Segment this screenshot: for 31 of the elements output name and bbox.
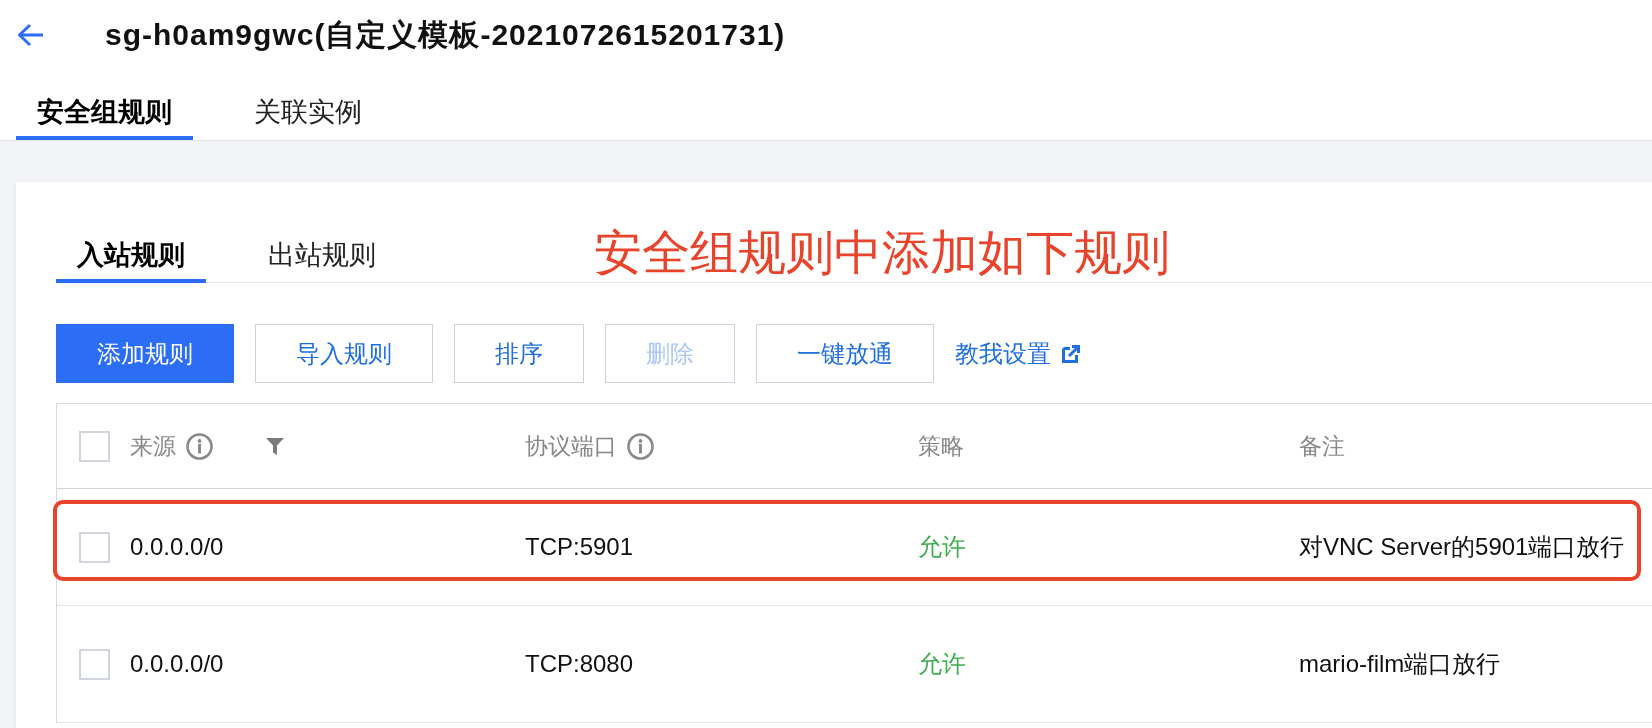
rule-tab[interactable]: 出站规则 [247,223,397,283]
column-header: 来源 [130,431,176,461]
info-icon[interactable] [186,432,213,460]
annotation-text: 安全组规则中添加如下规则 [594,229,1170,277]
note-text: 对VNC Server的5901端口放行 [1299,532,1625,562]
policy-text: 允许 [918,532,966,562]
toolbar-button[interactable]: 排序 [454,324,584,383]
column-header: 协议端口 [525,431,617,461]
port-text: TCP:8080 [525,650,634,678]
toolbar-button[interactable]: 导入规则 [255,324,433,383]
page-title: sg-h0am9gwc(自定义模板-2021072615201731) [105,16,786,53]
toolbar-button[interactable]: 一键放通 [756,324,934,383]
note-text: mario-film端口放行 [1299,649,1501,679]
source-text: 0.0.0.0/0 [130,533,224,561]
tab[interactable]: 关联实例 [233,70,383,140]
external-link-icon[interactable] [1062,344,1080,363]
info-icon[interactable] [627,432,654,460]
filter-icon[interactable] [266,437,284,455]
row-checkbox[interactable] [79,531,110,563]
source-text: 0.0.0.0/0 [130,650,224,678]
column-header: 策略 [918,431,964,461]
port-text: TCP:5901 [525,533,634,561]
help-link[interactable]: 教我设置 [955,337,1051,370]
select-all-checkbox[interactable] [79,430,110,462]
column-header: 备注 [1299,431,1345,461]
row-checkbox[interactable] [79,648,110,680]
primary-button[interactable]: 添加规则 [56,324,234,383]
tab[interactable]: 安全组规则 [16,70,193,140]
back-arrow-icon[interactable] [17,23,44,47]
policy-text: 允许 [918,649,966,679]
rule-tab[interactable]: 入站规则 [56,223,206,283]
